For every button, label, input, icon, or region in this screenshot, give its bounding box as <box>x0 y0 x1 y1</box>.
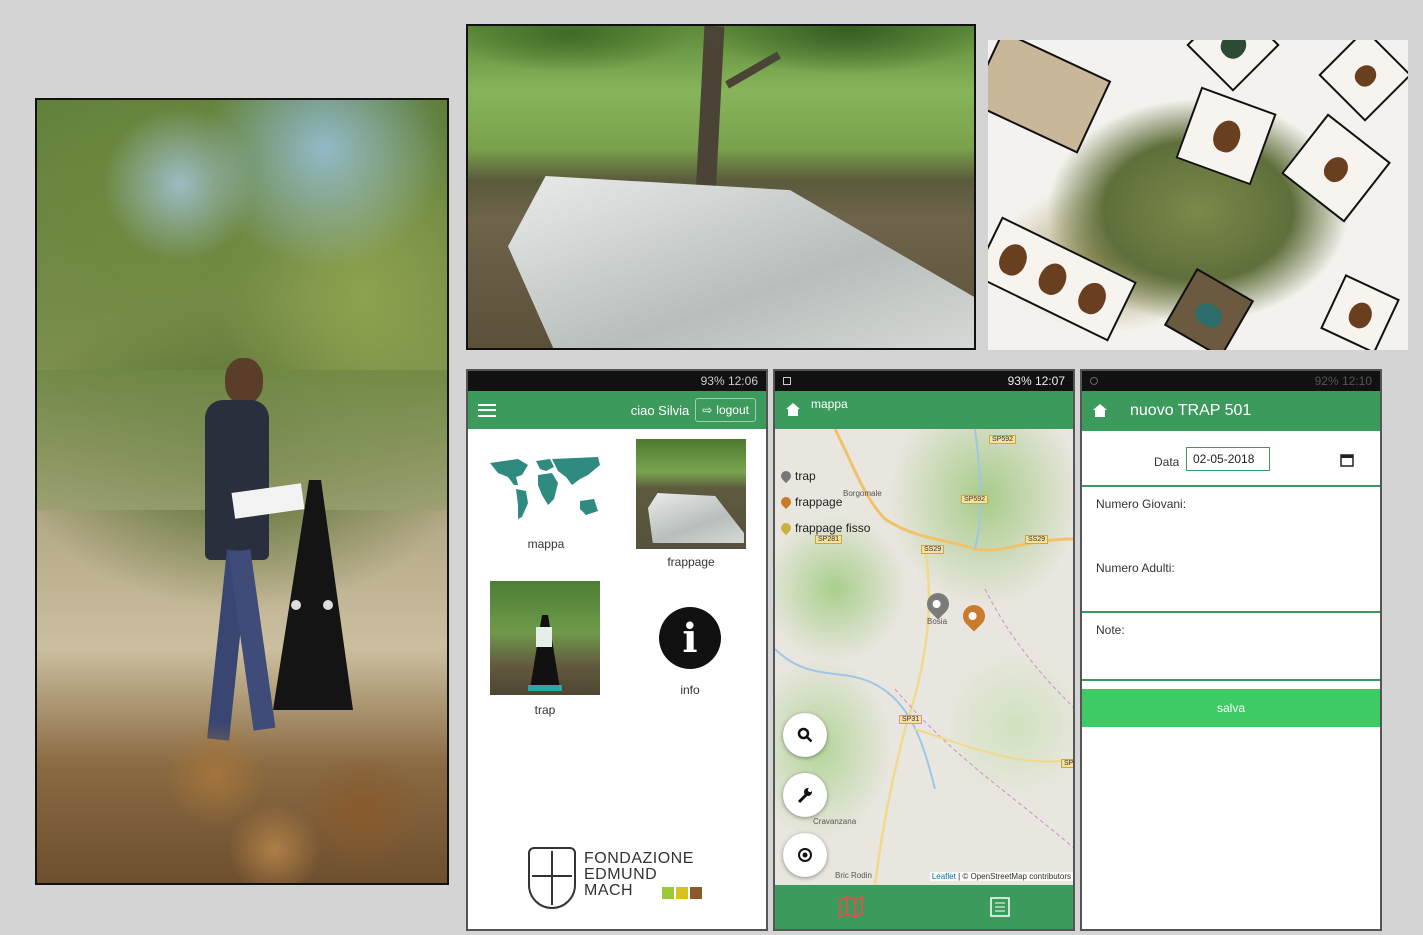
home-icon[interactable] <box>1092 404 1108 418</box>
logo-line1: FONDAZIONE <box>584 850 694 867</box>
note-field[interactable]: Note: <box>1082 613 1380 677</box>
menu-tile-trap[interactable]: trap <box>490 581 602 721</box>
phone-home-screen: 93% 12:06 ciao Silvia ⇨ logout mappa fra… <box>466 369 768 931</box>
menu-tile-mappa[interactable]: mappa <box>488 455 604 555</box>
road-ss29-b: SS29 <box>1025 535 1049 544</box>
wrench-icon <box>797 788 812 804</box>
adulti-field[interactable]: Numero Adulti: <box>1082 551 1380 609</box>
notification-icon <box>783 377 791 385</box>
bottom-nav <box>775 885 1073 929</box>
logo-color-squares <box>662 887 702 899</box>
note-label: Note: <box>1096 623 1125 637</box>
notification-icon <box>1090 377 1098 385</box>
road-sp31: SP31 <box>899 715 923 724</box>
info-icon: i <box>659 607 721 669</box>
list-nav-icon[interactable] <box>989 896 1011 918</box>
attribution-text: | © OpenStreetMap contributors <box>958 872 1071 881</box>
search-icon <box>797 727 813 743</box>
road-sp592-a: SP592 <box>989 435 1017 444</box>
legend-marker-icon <box>778 468 794 484</box>
locate-button[interactable] <box>783 833 827 877</box>
logout-icon: ⇨ <box>702 403 713 417</box>
trap-thumbnail <box>490 581 600 695</box>
search-button[interactable] <box>783 713 827 757</box>
map-nav-icon[interactable] <box>838 896 864 918</box>
legend-frappage: frappage <box>778 494 843 510</box>
app-bar: nuovo TRAP 501 <box>1082 391 1380 431</box>
world-map-icon <box>490 457 600 519</box>
status-text: 93% 12:06 <box>700 374 758 388</box>
map-view[interactable]: trap frappage frappage fisso Borgomale B… <box>775 429 1073 885</box>
save-button[interactable]: salva <box>1082 689 1380 727</box>
place-borgomale: Borgomale <box>843 489 882 498</box>
settings-button[interactable] <box>783 773 827 817</box>
logo-shield-icon <box>528 847 576 909</box>
status-text: 92% 12:10 <box>1314 374 1372 388</box>
leaflet-link[interactable]: Leaflet <box>932 872 956 881</box>
menu-tile-info[interactable]: i info <box>650 607 730 707</box>
legend-marker-icon <box>778 520 794 536</box>
status-bar: 93% 12:07 <box>775 371 1073 391</box>
legend-label-trap: trap <box>795 469 816 483</box>
menu-label-frappage: frappage <box>667 555 715 569</box>
status-bar: 93% 12:06 <box>468 371 766 391</box>
menu-label-mappa: mappa <box>527 537 565 551</box>
phone-form-screen: 92% 12:10 nuovo TRAP 501 Data Numero Gio… <box>1080 369 1382 931</box>
road-sp281: SP281 <box>815 535 843 544</box>
road-sp-edge: SP <box>1061 759 1073 768</box>
legend-label-frappage-fisso: frappage fisso <box>795 521 871 535</box>
photo-frappage-sheet <box>466 24 976 350</box>
menu-label-info: info <box>680 683 700 697</box>
date-label: Data <box>1154 455 1180 469</box>
home-icon[interactable] <box>785 403 801 417</box>
app-bar: ciao Silvia ⇨ logout <box>468 391 766 429</box>
photo-person-at-trap <box>35 98 449 885</box>
date-row: Data <box>1082 445 1380 485</box>
legend-marker-icon <box>778 494 794 510</box>
locate-icon <box>798 848 812 862</box>
calendar-icon[interactable] <box>1340 453 1354 467</box>
map-title: mappa <box>811 397 848 411</box>
app-bar: mappa <box>775 391 1073 429</box>
photo-bug-samples <box>988 40 1408 350</box>
map-attribution: Leaflet | © OpenStreetMap contributors <box>929 872 1073 881</box>
place-bric-rodin: Bric Rodin <box>835 871 872 880</box>
logout-label: logout <box>716 403 749 417</box>
phone-map-screen: 93% 12:07 mappa trap frappage frappage f… <box>773 369 1075 931</box>
road-ss29-a: SS29 <box>921 545 945 554</box>
legend-trap: trap <box>778 468 816 484</box>
road-sp592-b: SP592 <box>961 495 989 504</box>
form-divider <box>1082 679 1380 681</box>
frappage-thumbnail <box>636 439 746 549</box>
form-title: nuovo TRAP 501 <box>1130 402 1252 419</box>
logo-line2: EDMUND <box>584 866 658 883</box>
status-bar: 92% 12:10 <box>1082 371 1380 391</box>
menu-tile-frappage[interactable]: frappage <box>636 439 748 569</box>
fondazione-logo: FONDAZIONE EDMUND MACH <box>526 847 716 913</box>
greeting: ciao Silvia <box>630 402 690 418</box>
menu-label-trap: trap <box>534 703 556 717</box>
legend-label-frappage: frappage <box>795 495 843 509</box>
date-input[interactable] <box>1186 447 1270 471</box>
legend-frappage-fisso: frappage fisso <box>778 520 871 536</box>
giovani-field[interactable]: Numero Giovani: <box>1082 487 1380 547</box>
place-cravanzana: Cravanzana <box>813 817 857 826</box>
logout-button[interactable]: ⇨ logout <box>695 398 756 422</box>
menu-icon[interactable] <box>478 403 496 417</box>
status-text: 93% 12:07 <box>1007 374 1065 388</box>
giovani-label: Numero Giovani: <box>1096 497 1187 511</box>
adulti-label: Numero Adulti: <box>1096 561 1175 575</box>
